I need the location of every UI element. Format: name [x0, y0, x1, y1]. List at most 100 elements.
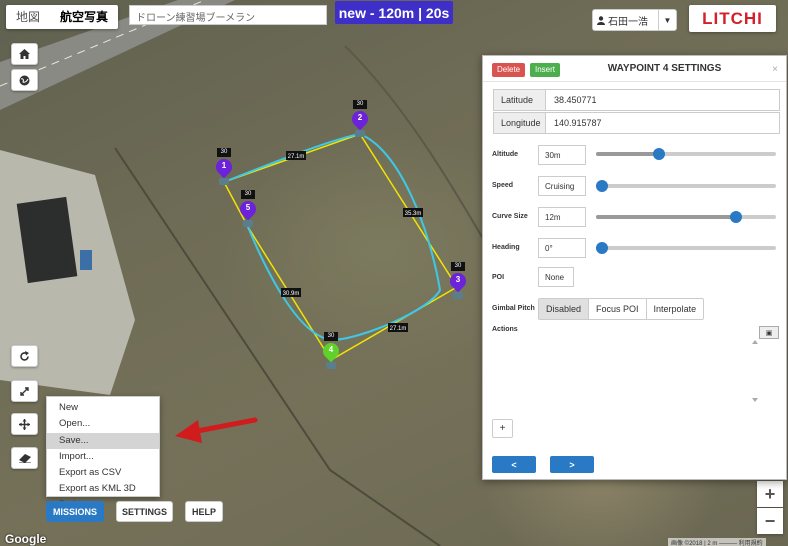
altitude-tag: 30 [217, 148, 231, 157]
curve-size-label: Curve Size [492, 213, 528, 220]
menu-item-export-csv[interactable]: Export as CSV [47, 465, 159, 481]
litchi-logo: LITCHI [689, 5, 776, 32]
heading-slider[interactable] [596, 242, 776, 254]
longitude-value[interactable]: 140.915787 [546, 113, 779, 133]
mission-name-input[interactable]: ドローン練習場ブーメラン [129, 5, 327, 25]
poi-select[interactable]: None [538, 267, 574, 287]
map-type-control: 地図 航空写真 [6, 5, 119, 29]
user-icon [597, 15, 605, 25]
waypoint-marker-2[interactable]: 30 2 [348, 100, 372, 140]
previous-waypoint-button[interactable]: < [492, 456, 536, 473]
zoom-in-button[interactable]: + [757, 481, 783, 507]
waypoint-number: 2 [357, 113, 363, 122]
drone-icon [243, 220, 253, 227]
google-logo: Google [5, 532, 47, 546]
actions-list [492, 336, 770, 406]
heading-label: Heading [492, 244, 520, 251]
trail [114, 147, 441, 546]
svg-text:27.1m: 27.1m [288, 154, 305, 160]
add-action-button[interactable]: + [492, 419, 513, 438]
speed-label: Speed [492, 182, 514, 189]
latitude-label: Latitude [494, 90, 546, 110]
home-icon [19, 49, 30, 59]
move-button[interactable] [11, 413, 38, 435]
panel-header: Delete Insert WAYPOINT 4 SETTINGS × [483, 56, 786, 82]
latitude-value[interactable]: 38.450771 [546, 90, 779, 110]
waypoint-marker-3[interactable]: 30 3 [446, 262, 470, 302]
waypoint-number: 1 [221, 161, 227, 170]
menu-item-import[interactable]: Import... [47, 449, 159, 465]
next-waypoint-button[interactable]: > [550, 456, 594, 473]
altitude-slider[interactable] [596, 148, 776, 160]
svg-text:35.3m: 35.3m [405, 211, 422, 217]
altitude-tag: 30 [324, 332, 338, 341]
drone-icon [453, 292, 463, 299]
refresh-button[interactable] [11, 345, 38, 367]
waypoint-settings-panel: Delete Insert WAYPOINT 4 SETTINGS × Lati… [482, 55, 787, 480]
altitude-tag: 30 [353, 100, 367, 109]
drone-icon [355, 130, 365, 137]
altitude-slider-knob[interactable] [653, 148, 665, 160]
longitude-label: Longitude [494, 113, 546, 133]
speed-slider[interactable] [596, 180, 776, 192]
expand-icon [20, 386, 29, 396]
gimbal-pitch-selector: Disabled Focus POI Interpolate [538, 298, 705, 320]
distance-label: 35.3m [403, 208, 423, 217]
longitude-field[interactable]: Longitude 140.915787 [493, 112, 780, 134]
svg-text:27.1m: 27.1m [390, 326, 407, 332]
expand-button[interactable] [11, 380, 38, 402]
heading-slider-knob[interactable] [596, 242, 608, 254]
home-button[interactable] [11, 43, 38, 65]
missions-menu: New Open... Save... Import... Export as … [46, 396, 160, 510]
heading-input[interactable]: 0° [538, 238, 586, 258]
menu-item-export-kml[interactable]: Export as KML 3D Path [47, 481, 159, 510]
drone-icon [219, 178, 229, 185]
user-name[interactable]: 石田一浩 [593, 13, 658, 28]
distance-label: 27.1m [388, 323, 408, 332]
waypoint-marker-4[interactable]: 30 4 [319, 332, 343, 372]
settings-button[interactable]: SETTINGS [116, 501, 173, 522]
flight-curve [223, 132, 442, 342]
gimbal-option-focus-poi[interactable]: Focus POI [589, 299, 647, 319]
speed-input[interactable]: Cruising [538, 176, 586, 196]
poi-label: POI [492, 274, 505, 281]
user-menu[interactable]: 石田一浩 ▼ [592, 9, 677, 31]
altitude-label: Altitude [492, 151, 519, 158]
altitude-tag: 30 [241, 190, 255, 199]
drone-icon [326, 362, 336, 369]
actions-label: Actions [492, 326, 518, 333]
chevron-down-icon[interactable]: ▼ [658, 10, 676, 30]
map-copyright: 画像 ©2018 | 2 m ——— 利用規約 [668, 538, 766, 546]
eraser-button[interactable] [11, 447, 38, 469]
close-icon[interactable]: × [772, 64, 778, 75]
zoom-out-button[interactable]: − [757, 508, 783, 534]
actions-scrollbar[interactable] [751, 339, 759, 403]
missions-button[interactable]: MISSIONS [46, 501, 104, 522]
latitude-field[interactable]: Latitude 38.450771 [493, 89, 780, 111]
globe-button[interactable] [11, 69, 38, 91]
globe-icon [19, 75, 30, 85]
red-arrow-icon [175, 417, 258, 443]
move-icon [19, 418, 30, 430]
altitude-tag: 30 [451, 262, 465, 271]
waypoint-number: 3 [455, 275, 461, 284]
menu-item-save[interactable]: Save... [47, 432, 159, 449]
gimbal-option-interpolate[interactable]: Interpolate [647, 299, 704, 319]
curve-size-input[interactable]: 12m [538, 207, 586, 227]
panel-title: WAYPOINT 4 SETTINGS [607, 63, 722, 74]
altitude-input[interactable]: 30m [538, 145, 586, 165]
speed-slider-knob[interactable] [596, 180, 608, 192]
waypoint-marker-1[interactable]: 30 1 [212, 148, 236, 188]
gimbal-option-disabled[interactable]: Disabled [539, 299, 590, 319]
map-type-satellite[interactable]: 航空写真 [50, 5, 118, 29]
waypoint-marker-5[interactable]: 30 5 [236, 190, 260, 230]
svg-text:30.9m: 30.9m [283, 291, 300, 297]
curve-size-slider-knob[interactable] [730, 211, 742, 223]
help-button[interactable]: HELP [185, 501, 223, 522]
gimbal-pitch-label: Gimbal Pitch [492, 305, 535, 312]
menu-item-open[interactable]: Open... [47, 416, 159, 432]
map-type-map[interactable]: 地図 [6, 5, 50, 29]
curve-size-slider[interactable] [596, 211, 776, 223]
menu-item-new[interactable]: New [47, 400, 159, 416]
refresh-icon [20, 350, 29, 361]
